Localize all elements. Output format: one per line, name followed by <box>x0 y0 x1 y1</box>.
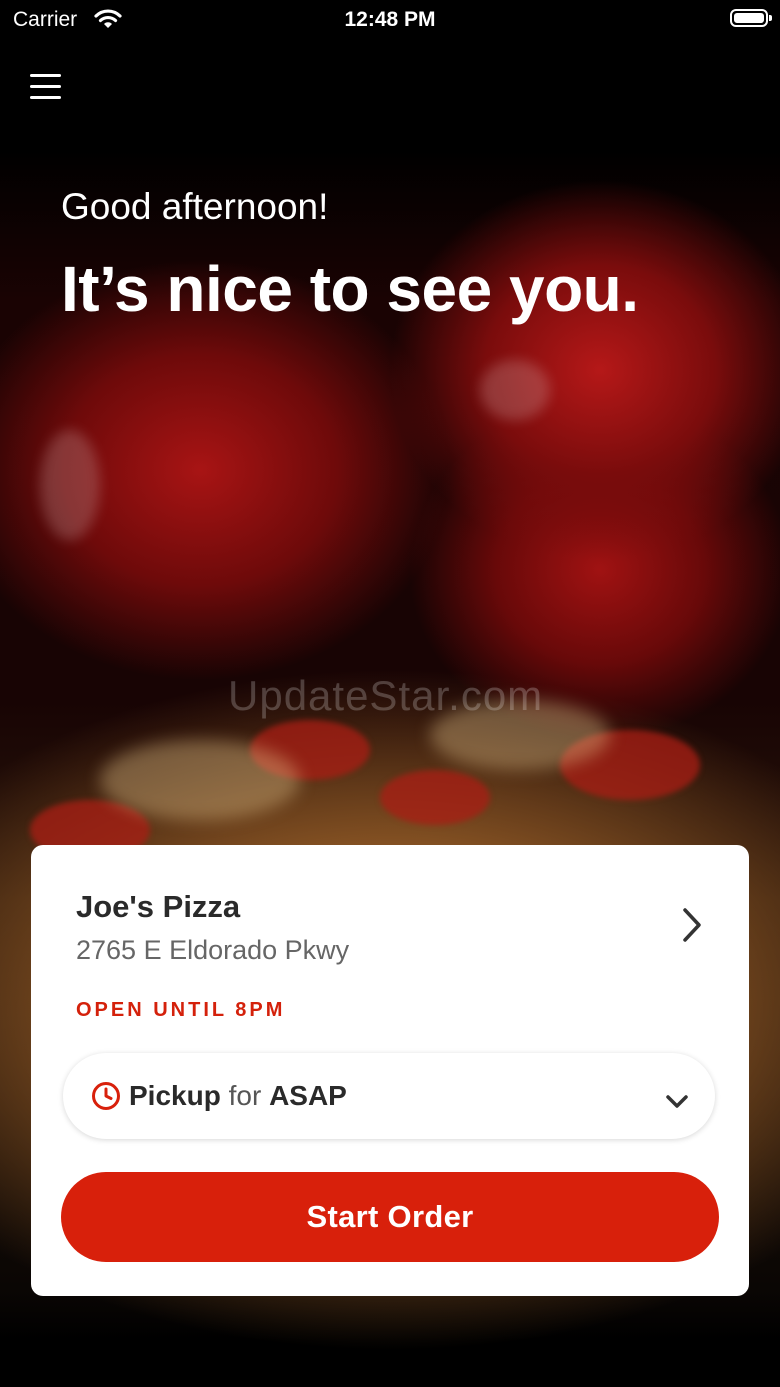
store-card: Joe's Pizza 2765 E Eldorado Pkwy OPEN UN… <box>31 845 749 1296</box>
order-mode-selector[interactable]: Pickup for ASAP <box>63 1053 715 1139</box>
headline-text: It’s nice to see you. <box>61 253 639 325</box>
cheese <box>100 740 300 820</box>
status-bar: Carrier 12:48 PM <box>0 0 780 40</box>
order-mode-connector: for <box>228 1080 262 1111</box>
order-time-label: ASAP <box>269 1080 347 1111</box>
order-mode-label: Pickup <box>129 1080 221 1111</box>
chevron-down-icon[interactable] <box>665 1086 689 1118</box>
status-time: 12:48 PM <box>344 8 436 31</box>
tomato-highlight <box>480 360 550 420</box>
order-mode-text: Pickup for ASAP <box>129 1080 347 1112</box>
start-order-button[interactable]: Start Order <box>61 1172 719 1262</box>
store-hours-badge: OPEN UNTIL 8PM <box>76 999 286 1021</box>
store-address[interactable]: 2765 E Eldorado Pkwy <box>76 935 349 966</box>
store-name[interactable]: Joe's Pizza <box>76 889 240 925</box>
pepperoni <box>380 770 490 825</box>
watermark: UpdateStar.com <box>228 672 544 719</box>
tomato-highlight <box>40 430 100 540</box>
greeting-text: Good afternoon! <box>61 186 329 227</box>
chevron-right-icon[interactable] <box>679 907 705 948</box>
menu-icon[interactable] <box>30 74 62 104</box>
battery-icon <box>730 9 772 27</box>
clock-icon <box>91 1081 121 1118</box>
